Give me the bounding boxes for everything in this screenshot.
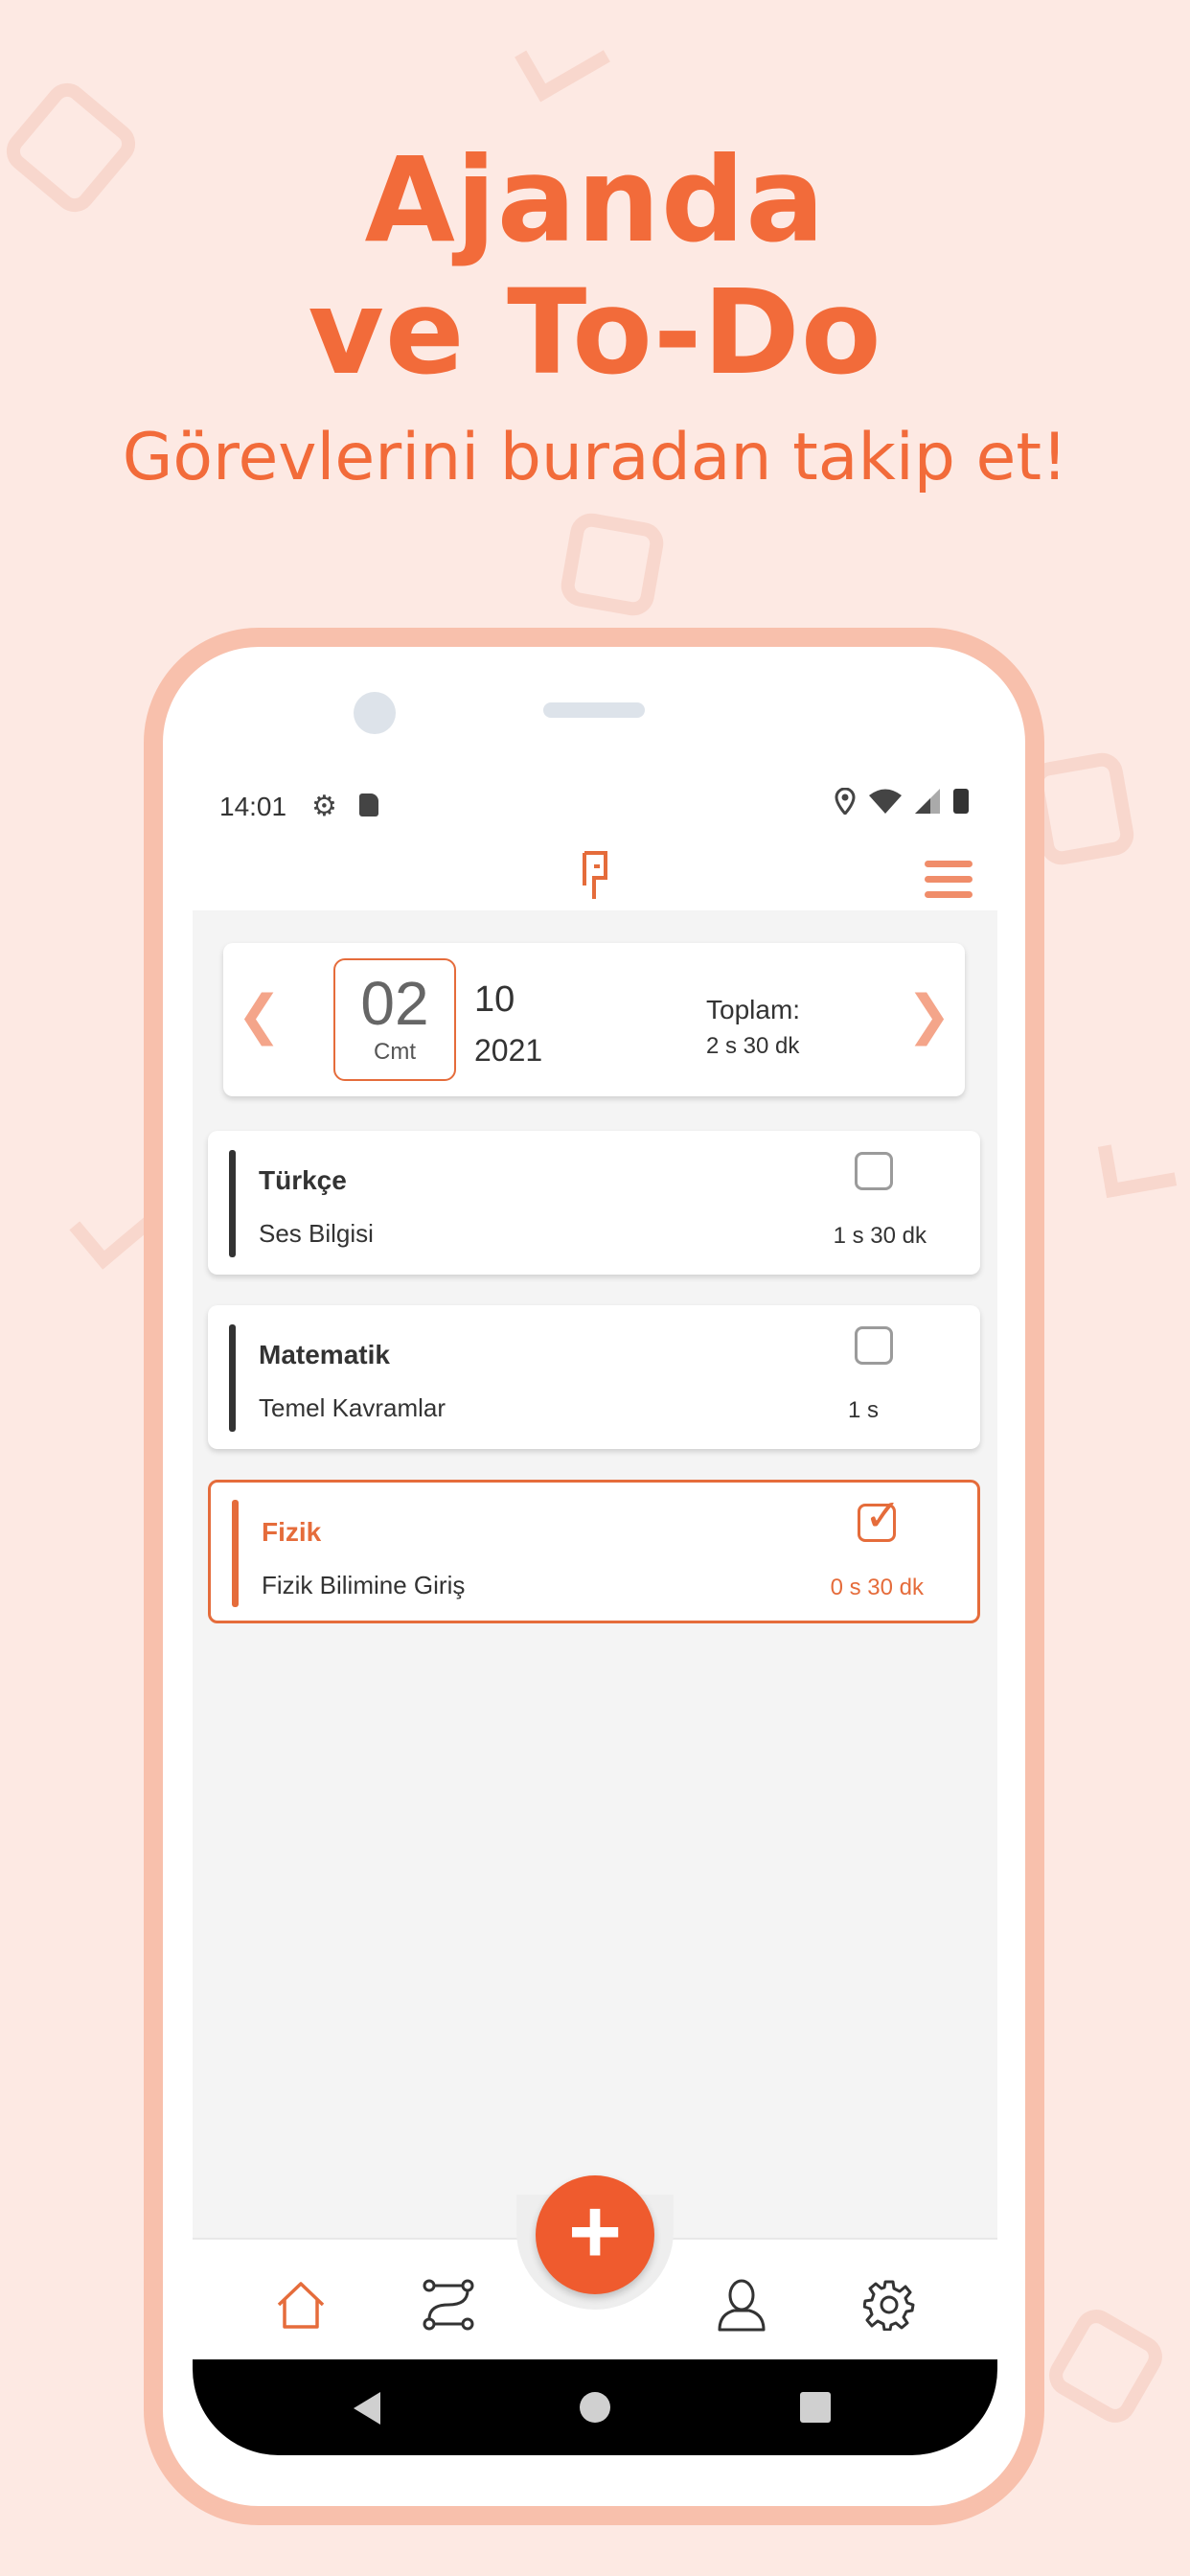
checkmark-icon: ✓ (864, 1490, 902, 1540)
promo-subtitle: Görevlerini buradan takip et! (122, 420, 1068, 495)
profile-icon (718, 2279, 766, 2332)
status-bar: 14:01 ⚙ (193, 767, 997, 843)
earpiece-speaker (543, 702, 645, 718)
month-label: 10 (474, 979, 515, 1020)
home-circle-icon[interactable] (580, 2392, 610, 2423)
gear-icon: ⚙ (311, 791, 337, 822)
decor-shape (515, 16, 610, 103)
task-duration: 1 s 30 dk (833, 1223, 927, 1249)
decor-shape (558, 510, 667, 619)
decor-shape (1041, 2302, 1170, 2430)
task-subject: Matematik (259, 1340, 390, 1369)
chevron-right-icon[interactable]: ❯ (906, 989, 951, 1043)
task-list-area: ❮ 02 Cmt 10 2021 Toplam: 2 s 30 dk ❯ Tür… (193, 910, 997, 2238)
app-logo (583, 851, 607, 899)
promo-headline: Ajanda ve To-Do (0, 134, 1190, 399)
status-icons (835, 788, 969, 815)
nav-settings[interactable] (860, 2276, 918, 2334)
task-checkbox[interactable] (855, 1326, 893, 1365)
add-icon: + (567, 2180, 623, 2283)
location-icon (835, 788, 856, 815)
task-card[interactable]: Türkçe Ses Bilgisi 1 s 30 dk (208, 1131, 980, 1275)
nav-profile[interactable] (713, 2276, 770, 2334)
nav-route[interactable] (420, 2276, 477, 2334)
status-time: 14:01 (219, 792, 287, 821)
decor-shape (1097, 1134, 1178, 1199)
total-value: 2 s 30 dk (706, 1033, 800, 1059)
home-icon (277, 2282, 325, 2329)
year-label: 2021 (474, 1033, 543, 1068)
system-navigation-bar (193, 2359, 997, 2455)
nav-home[interactable] (272, 2276, 330, 2334)
task-checkbox[interactable] (855, 1152, 893, 1190)
task-checkbox-checked[interactable]: ✓ (858, 1490, 902, 1542)
task-topic: Ses Bilgisi (259, 1219, 374, 1248)
settings-icon (863, 2280, 915, 2331)
recents-icon[interactable] (800, 2392, 831, 2423)
task-duration: 1 s (847, 1397, 879, 1423)
front-camera (354, 692, 396, 734)
task-card-completed[interactable]: Fizik Fizik Bilimine Giriş ✓ 0 s 30 dk (208, 1480, 980, 1623)
wifi-icon (869, 789, 902, 814)
task-topic: Temel Kavramlar (259, 1393, 446, 1422)
total-label: Toplam: (706, 995, 801, 1024)
task-topic: Fizik Bilimine Giriş (262, 1571, 466, 1599)
day-number: 02 (360, 969, 429, 1038)
chevron-left-icon[interactable]: ❮ (237, 989, 282, 1043)
add-button[interactable]: + (536, 2175, 654, 2294)
task-color-bar (232, 1500, 239, 1607)
task-subject: Fizik (262, 1517, 322, 1547)
route-icon (423, 2279, 474, 2331)
sd-card-icon (359, 794, 378, 816)
headline-line-1: Ajanda (364, 132, 826, 268)
battery-icon (953, 789, 969, 814)
app-bar (193, 843, 997, 910)
task-color-bar (229, 1324, 236, 1432)
phone-screen: 14:01 ⚙ ❮ 02 Cmt 10 2021 Toplam: 2 s 30 … (193, 767, 997, 2455)
back-icon[interactable] (354, 2392, 380, 2425)
headline-line-2: ve To-Do (308, 264, 882, 401)
selected-day[interactable]: 02 Cmt (333, 958, 456, 1081)
signal-icon (915, 789, 940, 814)
task-color-bar (229, 1150, 236, 1257)
task-duration: 0 s 30 dk (830, 1575, 924, 1600)
task-card[interactable]: Matematik Temel Kavramlar 1 s (208, 1305, 980, 1449)
weekday-label: Cmt (374, 1039, 416, 1065)
hamburger-menu-icon[interactable] (925, 861, 973, 907)
task-subject: Türkçe (259, 1165, 347, 1195)
date-selector: ❮ 02 Cmt 10 2021 Toplam: 2 s 30 dk ❯ (223, 943, 965, 1096)
